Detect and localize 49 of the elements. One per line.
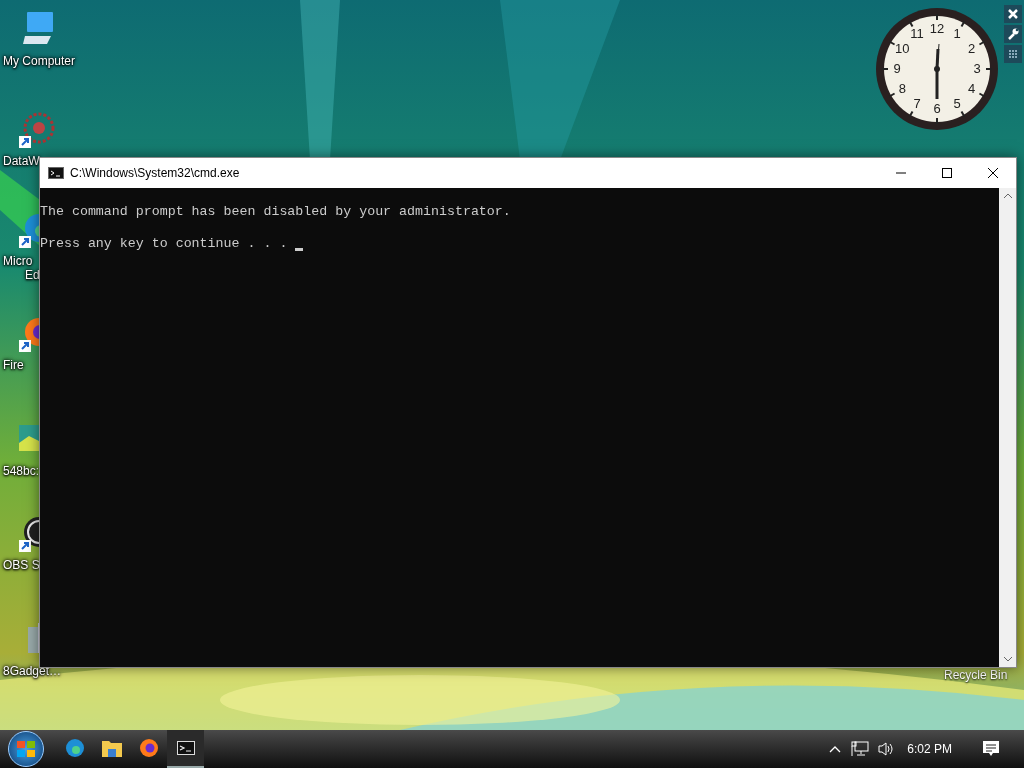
- console-line: Press any key to continue . . .: [40, 236, 289, 252]
- scroll-up-icon[interactable]: [1003, 193, 1012, 198]
- desktop-icon-label[interactable]: Fire: [3, 358, 24, 372]
- clock-numeral: 7: [913, 96, 921, 111]
- clock-numeral: 1: [953, 27, 961, 42]
- desktop-icon-label[interactable]: DataW: [3, 154, 40, 168]
- drag-grip-icon: [1008, 49, 1018, 59]
- clock-numeral: 5: [953, 96, 961, 111]
- clock-numeral: 12: [929, 22, 945, 36]
- start-button[interactable]: [8, 731, 44, 767]
- console-line: The command prompt has been disabled by your administrator.: [40, 204, 511, 220]
- windows-logo-icon: [16, 740, 36, 758]
- gadget-close-button[interactable]: [1004, 5, 1022, 23]
- clock-numeral: 9: [893, 62, 901, 76]
- clock-numeral: 6: [933, 102, 941, 116]
- clock-numeral: 3: [973, 62, 981, 76]
- clock-numeral: 8: [898, 82, 906, 96]
- scrollbar[interactable]: [999, 188, 1016, 667]
- desktop-icon-label[interactable]: 548bc:: [3, 464, 40, 478]
- clock-time[interactable]: 6:02 PM: [907, 740, 952, 758]
- console-icon: [176, 741, 195, 755]
- close-icon: [1008, 9, 1018, 19]
- volume-icon[interactable]: [877, 741, 896, 757]
- desktop-icon-label[interactable]: Ed: [3, 268, 40, 282]
- window-title: C:\Windows\System32\cmd.exe: [70, 165, 240, 182]
- firefox-icon: [138, 738, 159, 758]
- desktop-icon-label[interactable]: Micro: [3, 254, 33, 268]
- console-icon: [48, 167, 64, 179]
- gadget-drag-button[interactable]: [1004, 45, 1022, 63]
- clock-numeral: 4: [968, 82, 976, 96]
- maximize-icon: [942, 168, 952, 178]
- network-icon[interactable]: [851, 741, 870, 757]
- clock-numeral: 11: [910, 27, 924, 42]
- edge-icon: [64, 738, 85, 758]
- clock-numeral: 2: [968, 42, 976, 56]
- notification-icon[interactable]: [982, 740, 1000, 758]
- gadget-settings-button[interactable]: [1004, 25, 1022, 43]
- close-icon: [988, 168, 998, 178]
- minimize-icon: [896, 172, 906, 174]
- scroll-down-icon[interactable]: [1003, 657, 1012, 662]
- desktop-icon-label[interactable]: My Computer: [3, 54, 75, 68]
- wrench-icon: [1007, 28, 1019, 40]
- desktop-icon-label[interactable]: OBS S: [3, 558, 40, 572]
- folder-icon: [101, 739, 122, 757]
- chevron-up-icon[interactable]: [829, 745, 842, 753]
- desktop-icon-label[interactable]: Recycle Bin: [944, 668, 1008, 682]
- desktop-icon-label[interactable]: 8Gadget…: [3, 664, 62, 678]
- clock-numeral: 10: [895, 42, 910, 56]
- taskbar-app-button[interactable]: [167, 730, 204, 768]
